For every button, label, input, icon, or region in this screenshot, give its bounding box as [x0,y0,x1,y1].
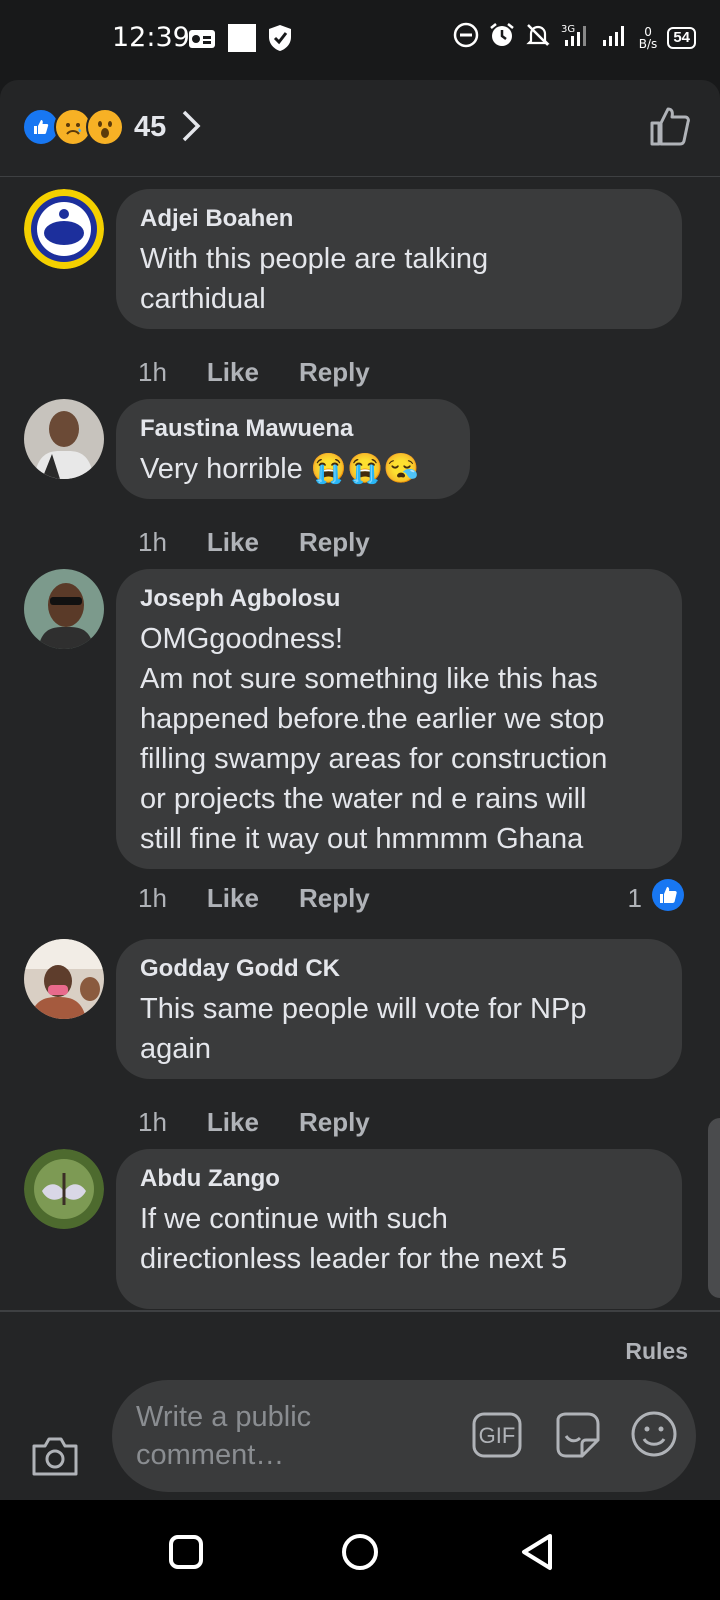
comment-text: This same people will vote for NPp again [140,993,587,1065]
reaction-header: 45 [0,80,720,177]
comment-list[interactable]: Adjei Boahen With this people are talkin… [0,177,720,1387]
like-button[interactable]: Like [207,357,259,388]
back-icon[interactable] [518,1532,556,1577]
comment-actions: 1h Like Reply [138,527,370,558]
comment-input-placeholder: Write a public comment… [136,1401,312,1471]
comment-bubble[interactable]: Godday Godd CK This same people will vot… [116,939,682,1079]
comment-text: Very horrible 😭😭😪 [140,453,420,485]
net-speed-unit: B/s [638,36,658,51]
avatar[interactable] [24,939,104,1019]
sticker-icon[interactable] [552,1410,602,1465]
comment-time: 1h [138,527,167,557]
avatar[interactable] [24,189,104,269]
reaction-summary[interactable]: 45 [22,108,166,146]
comment-time: 1h [138,883,167,913]
like-icon [652,879,684,918]
reply-button[interactable]: Reply [299,527,370,558]
signal-3g-icon: 3G [561,22,591,53]
bell-off-icon [525,22,551,53]
wow-icon [86,108,124,146]
svg-text:3G: 3G [561,24,575,35]
avatar[interactable] [24,1149,104,1229]
like-button[interactable]: Like [207,1107,259,1138]
dnd-icon [453,22,479,53]
comment-text: OMGgoodness! Am not sure something like … [140,623,608,855]
comment-author[interactable]: Abdu Zango [140,1165,658,1193]
scrollbar[interactable] [708,1118,720,1298]
camera-icon[interactable] [30,1434,80,1483]
square-icon [228,24,256,57]
system-nav-bar [0,1500,720,1600]
comment-author[interactable]: Joseph Agbolosu [140,585,658,613]
avatar[interactable] [24,399,104,479]
reply-button[interactable]: Reply [299,357,370,388]
comment-bubble[interactable]: Faustina Mawuena Very horrible 😭😭😪 [116,399,470,499]
like-button[interactable]: Like [207,883,259,914]
comment-input[interactable]: Write a public comment… GIF [112,1380,696,1492]
status-right-icons: 3G 0 B/s 54 [453,22,696,53]
comment-actions: 1h Like Reply [138,1107,370,1138]
reaction-count: 45 [134,110,167,143]
gif-label: GIF [479,1423,516,1448]
reply-button[interactable]: Reply [299,1107,370,1138]
comment-text: If we continue with such directionless l… [140,1203,568,1275]
like-button[interactable]: Like [207,527,259,558]
comment-time: 1h [138,357,167,387]
comment-like-count[interactable]: 1 [628,879,684,918]
radio-icon [188,26,216,55]
comment-composer: Rules Write a public comment… GIF [0,1310,720,1502]
battery-indicator: 54 [667,26,696,49]
emoji-icon[interactable] [630,1410,678,1463]
home-icon[interactable] [340,1532,380,1577]
status-time: 12:39 [112,22,190,53]
comment-author[interactable]: Faustina Mawuena [140,415,446,443]
comment-author[interactable]: Adjei Boahen [140,205,658,233]
network-speed: 0 B/s [639,26,658,50]
comments-sheet: 45 Adjei Boahen With this people are tal… [0,80,720,1500]
comment-time: 1h [138,1107,167,1137]
status-left-icons [188,24,292,57]
shield-icon [268,24,292,57]
comment-author[interactable]: Godday Godd CK [140,955,658,983]
alarm-icon [489,22,515,53]
comment-bubble[interactable]: Joseph Agbolosu OMGgoodness! Am not sure… [116,569,682,869]
rules-link[interactable]: Rules [625,1338,688,1365]
chevron-right-icon[interactable] [180,108,202,149]
like-count-value: 1 [627,883,642,913]
comment-bubble[interactable]: Abdu Zango If we continue with such dire… [116,1149,682,1309]
comment-text: With this people are talking carthidual [140,243,489,315]
comment-actions: 1h Like Reply [138,883,370,914]
comment-bubble[interactable]: Adjei Boahen With this people are talkin… [116,189,682,329]
comment-actions: 1h Like Reply [138,357,370,388]
like-post-button[interactable] [648,104,692,153]
status-bar: 12:39 3G 0 B/s 54 [0,0,720,80]
net-speed-value: 0 [644,24,652,39]
recent-apps-icon[interactable] [168,1534,204,1575]
gif-button[interactable]: GIF [472,1412,522,1463]
signal-icon [601,22,629,53]
avatar[interactable] [24,569,104,649]
reply-button[interactable]: Reply [299,883,370,914]
